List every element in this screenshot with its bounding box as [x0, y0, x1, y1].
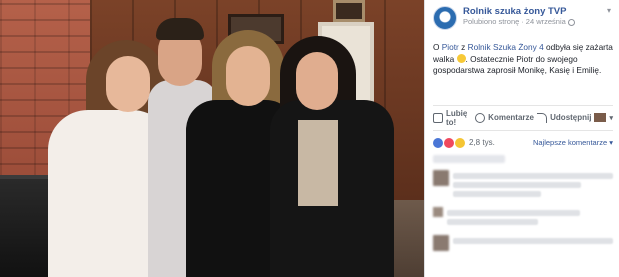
smile-emoji-icon	[456, 53, 466, 63]
comment-body	[453, 170, 613, 200]
reaction-summary[interactable]: 2,8 tys.	[433, 137, 495, 148]
comment-line	[453, 181, 581, 188]
share-label: Udostępnij	[550, 113, 592, 122]
comment-label: Komentarze	[488, 113, 534, 122]
post-text: O Piotr z Rolnik Szuka Żony 4 odbyła się…	[433, 42, 613, 77]
wow-reaction-icon	[455, 137, 465, 148]
post-meta: Polubiono stronę · 24 września	[463, 17, 575, 27]
share-avatar	[594, 113, 607, 122]
reactions-bar: 2,8 tys. Najlepsze komentarze ▾	[433, 134, 613, 152]
post-header-text: Rolnik szuka żony TVP Polubiono stronę ·…	[463, 6, 575, 27]
post-photo[interactable]	[0, 0, 424, 277]
globe-icon	[567, 18, 575, 26]
like-label: Lubię to!	[446, 108, 468, 127]
love-reaction-icon	[444, 137, 454, 148]
person-2-hair	[156, 18, 204, 40]
wall-frame	[333, 0, 365, 22]
comment-item	[433, 206, 613, 228]
comment-line	[453, 237, 613, 244]
post-date[interactable]: 24 września	[526, 17, 566, 27]
link-show[interactable]: Rolnik Szuka Żony 4	[468, 42, 544, 52]
person-4-top	[298, 120, 338, 206]
meta-separator: ·	[521, 17, 524, 26]
comment-line	[447, 209, 580, 216]
comment-line	[447, 218, 539, 225]
like-button[interactable]: Lubię to!	[433, 109, 472, 127]
thumbs-up-icon	[433, 112, 443, 123]
comment-item	[433, 169, 613, 200]
post-panel: Rolnik szuka żony TVP Polubiono stronę ·…	[424, 0, 619, 277]
link-person[interactable]: Piotr	[442, 42, 459, 52]
chevron-down-icon[interactable]: ▾	[609, 114, 613, 122]
person-3-face	[226, 46, 270, 106]
comment-sort-dropdown[interactable]: Najlepsze komentarze ▾	[533, 138, 613, 147]
meta-prefix: Polubiono stronę	[463, 17, 520, 26]
comment-line	[453, 172, 613, 179]
share-icon	[537, 112, 548, 123]
action-bar: Lubię to! Komentarze Udostępnij ▾	[433, 104, 613, 131]
comments-section	[433, 154, 613, 251]
blurred-line	[433, 154, 505, 163]
page-avatar[interactable]	[433, 6, 457, 30]
comment-icon	[475, 112, 486, 123]
comment-avatar[interactable]	[433, 206, 443, 217]
text-z: z	[458, 42, 468, 52]
comment-body	[447, 207, 613, 228]
person-1-face	[106, 56, 150, 112]
share-button[interactable]: Udostępnij ▾	[537, 112, 613, 123]
comment-button[interactable]: Komentarze	[475, 112, 534, 123]
comment-avatar[interactable]	[433, 234, 449, 251]
comment-item	[433, 234, 613, 251]
page-name[interactable]: Rolnik szuka żony TVP	[463, 6, 575, 17]
text-before: O	[433, 42, 442, 52]
reaction-count: 2,8 tys.	[469, 138, 495, 147]
comment-body	[453, 235, 613, 247]
post-header: Rolnik szuka żony TVP Polubiono stronę ·…	[433, 6, 613, 34]
like-reaction-icon	[433, 137, 443, 148]
chevron-down-icon[interactable]: ▾	[607, 6, 611, 15]
comment-line	[453, 190, 541, 197]
comment-avatar[interactable]	[433, 169, 449, 186]
person-4-face	[296, 52, 338, 110]
